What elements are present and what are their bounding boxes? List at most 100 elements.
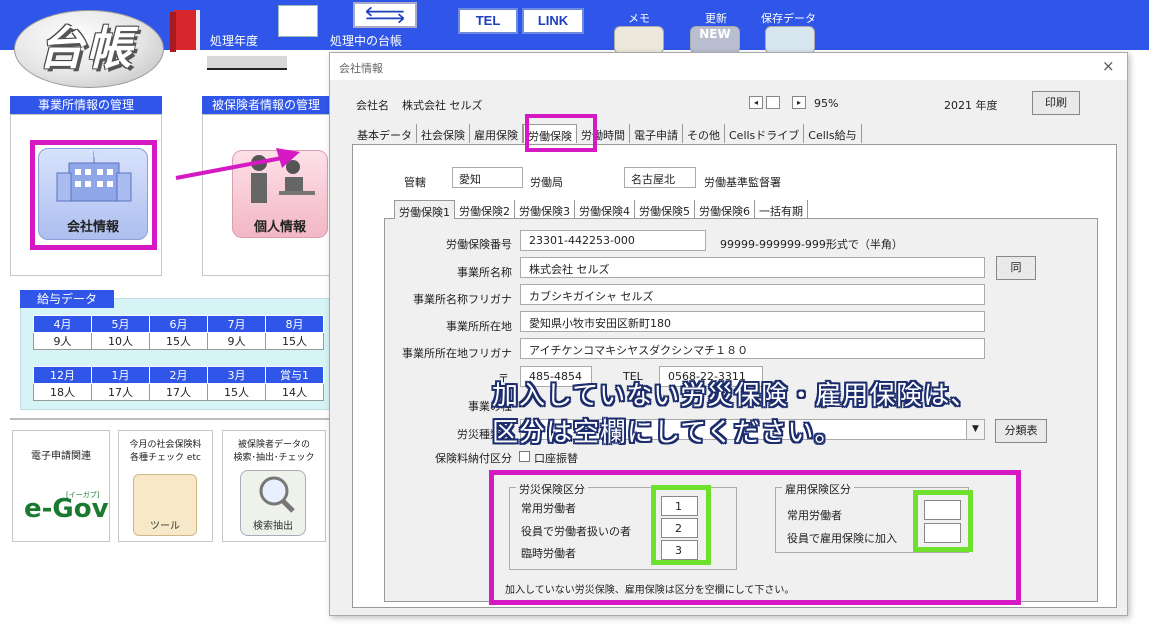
address-kana-field[interactable]: アイチケンコマキシヤスダクシンマチ１８０ — [520, 338, 985, 359]
jurisdiction-label: 管轄 — [404, 176, 426, 189]
company-info-label: 会社情報 — [66, 220, 119, 235]
close-icon[interactable]: × — [1102, 57, 1115, 75]
office-name-field[interactable]: 株式会社 セルズ — [520, 257, 985, 278]
banner-line-1: 加入していない労災保険・雇用保険は、 — [492, 381, 978, 411]
dialog-title: 会社情報 — [339, 62, 383, 75]
same-button[interactable]: 同 — [996, 256, 1036, 280]
tab-employment-insurance[interactable]: 雇用保険 — [470, 124, 523, 143]
banner-line-2: 区分は空欄にしてください。 — [492, 418, 842, 448]
page-box[interactable] — [766, 96, 780, 109]
company-name-label: 会社名 — [356, 99, 389, 112]
month-cell[interactable]: 4月 — [33, 315, 92, 333]
active-tab-highlight — [525, 114, 597, 152]
update-label: 更新 — [705, 12, 727, 25]
pointer-arrow — [175, 148, 300, 180]
prev-arrow-icon[interactable]: ◂ — [749, 96, 763, 109]
labor-bureau-field[interactable]: 愛知 — [452, 167, 523, 188]
sub-tab-labor-3[interactable]: 労働保険3 — [515, 200, 575, 219]
e-application-tile[interactable]: 電子申請関連 — [12, 430, 110, 542]
blank-class-note: 加入していない労災保険、雇用保険は区分を空欄にして下さい。 — [505, 585, 795, 596]
tile-label: 電子申請関連 — [31, 451, 91, 462]
count-cell: 17人 — [91, 383, 150, 401]
tile-label: 被保険者データの 検索･抽出･チェック — [233, 440, 315, 463]
next-arrow-icon[interactable]: ▸ — [792, 96, 806, 109]
office-kana-field[interactable]: カブシキガイシャ セルズ — [520, 284, 985, 305]
inspection-office-field[interactable]: 名古屋北 — [624, 167, 696, 188]
salary-table-1: 4月 5月 6月 7月 8月 9人 10人 15人 9人 15人 — [33, 315, 324, 350]
tab-social-insurance[interactable]: 社会保険 — [417, 124, 470, 143]
month-cell[interactable]: 5月 — [91, 315, 150, 333]
count-cell: 9人 — [207, 332, 266, 350]
inspection-office-suffix: 労働基準監督署 — [704, 176, 781, 189]
payment-type-label: 保険料納付区分 — [435, 452, 512, 465]
print-button[interactable]: 印刷 — [1032, 91, 1080, 115]
tel-button[interactable]: TEL — [458, 8, 518, 34]
month-cell[interactable]: 6月 — [149, 315, 208, 333]
briefcase-icon[interactable] — [765, 26, 815, 54]
save-data-label: 保存データ — [761, 12, 816, 25]
tab-other[interactable]: その他 — [683, 124, 725, 143]
salary-table-2: 12月 1月 2月 3月 賞与1 18人 17人 17人 15人 14人 — [33, 366, 324, 401]
format-note: 99999-999999-999形式で（半角） — [720, 238, 903, 251]
month-cell[interactable]: 7月 — [207, 315, 266, 333]
count-cell: 18人 — [33, 383, 92, 401]
sub-tab-lump-sum[interactable]: 一括有期 — [755, 200, 808, 219]
office-address-label: 事業所所在地 — [446, 320, 512, 333]
divider — [10, 418, 330, 420]
count-cell: 15人 — [207, 383, 266, 401]
bank-transfer-label: 口座振替 — [534, 452, 578, 465]
office-name-label: 事業所名称 — [457, 266, 512, 279]
count-cell: 15人 — [149, 332, 208, 350]
classification-table-button[interactable]: 分類表 — [995, 419, 1047, 443]
month-cell[interactable]: 8月 — [265, 315, 324, 333]
salary-data-tab[interactable]: 給与データ — [20, 290, 114, 308]
tile-label: 今月の社会保険料 各種チェック etc — [129, 440, 202, 463]
accident-kind-label: 労災種類の — [457, 428, 512, 441]
swap-arrows-icon[interactable] — [353, 2, 417, 28]
insured-management-header: 被保険者情報の管理 — [202, 96, 330, 114]
memo-label: メモ — [628, 12, 650, 25]
month-cell[interactable]: 3月 — [207, 366, 266, 384]
link-button[interactable]: LINK — [522, 8, 584, 34]
address-kana-label: 事業所所在地フリガナ — [402, 347, 512, 360]
month-cell[interactable]: 12月 — [33, 366, 92, 384]
sub-tab-labor-2[interactable]: 労働保険2 — [455, 200, 515, 219]
year-value-field[interactable] — [207, 56, 287, 70]
egov-reading: [イーガブ] — [66, 491, 100, 499]
sub-tab-labor-6[interactable]: 労働保険6 — [695, 200, 755, 219]
book-icon[interactable] — [170, 6, 206, 54]
bank-transfer-checkbox[interactable] — [519, 451, 530, 462]
count-cell: 9人 — [33, 332, 92, 350]
ledger-label: 処理中の台帳 — [330, 34, 403, 48]
insurance-number-field[interactable]: 23301-442253-000 — [520, 230, 706, 251]
office-kana-label: 事業所名称フリガナ — [413, 293, 512, 306]
insurance-number-label: 労働保険番号 — [446, 238, 512, 251]
tab-cells-payroll[interactable]: Cells給与 — [804, 124, 862, 143]
office-management-header: 事業所情報の管理 — [10, 96, 162, 114]
tools-label: ツール — [150, 521, 180, 532]
tab-e-application[interactable]: 電子申請 — [630, 124, 683, 143]
count-cell: 15人 — [265, 332, 324, 350]
count-cell: 14人 — [265, 383, 324, 401]
month-cell[interactable]: 2月 — [149, 366, 208, 384]
sub-tab-labor-4[interactable]: 労働保険4 — [575, 200, 635, 219]
memo-icon[interactable] — [614, 26, 664, 54]
month-cell[interactable]: 1月 — [91, 366, 150, 384]
tab-basic[interactable]: 基本データ — [353, 124, 417, 143]
fiscal-year: 2021 年度 — [944, 99, 998, 112]
personal-info-label: 個人情報 — [253, 220, 306, 235]
update-icon[interactable]: NEW — [690, 26, 740, 54]
instruction-banner: 加入していない労災保険・雇用保険は、 区分は空欄にしてください。 — [492, 378, 977, 452]
sub-tab-labor-1[interactable]: 労働保険1 — [394, 200, 455, 219]
calendar-icon[interactable] — [278, 5, 318, 37]
company-name-value: 株式会社 セルズ — [402, 99, 483, 112]
tab-cells-drive[interactable]: Cellsドライブ — [725, 124, 805, 143]
year-label: 処理年度 — [210, 34, 259, 48]
main-tabs: 基本データ 社会保険 雇用保険 労働保険 労働時間 電子申請 その他 Cells… — [353, 124, 862, 144]
sub-tabs: 労働保険1 労働保険2 労働保険3 労働保険4 労働保険5 労働保険6 一括有期 — [394, 200, 808, 220]
office-address-field[interactable]: 愛知県小牧市安田区新町180 — [520, 311, 985, 332]
sub-tab-labor-5[interactable]: 労働保険5 — [635, 200, 695, 219]
month-cell[interactable]: 賞与1 — [265, 366, 324, 384]
count-cell: 17人 — [149, 383, 208, 401]
business-type-label: 事業の種 — [468, 400, 512, 413]
